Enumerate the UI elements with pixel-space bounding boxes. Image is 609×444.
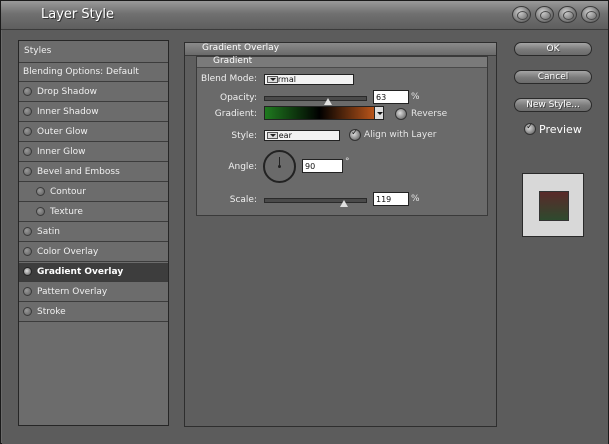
scale-unit: %	[411, 194, 420, 204]
scale-input[interactable]: 119	[373, 192, 409, 206]
style-checkbox[interactable]	[23, 287, 32, 296]
style-item-label: Inner Shadow	[37, 107, 99, 117]
style-checkbox[interactable]	[23, 127, 32, 136]
style-checkbox[interactable]	[23, 267, 32, 276]
styles-list: Styles Blending Options: Default Drop Sha…	[18, 40, 169, 426]
group-title: Gradient	[213, 56, 253, 66]
style-checkbox[interactable]	[23, 307, 32, 316]
gradient-group: Gradient Blend Mode: Normal Opacity: 63 …	[196, 56, 488, 216]
gradient-overlay-panel: Gradient Overlay Gradient Blend Mode: No…	[184, 42, 497, 427]
angle-center-dot	[278, 165, 281, 168]
style-item[interactable]: Stroke	[19, 303, 168, 322]
opacity-unit: %	[411, 92, 420, 102]
style-item-label: Bevel and Emboss	[37, 167, 120, 177]
preview-thumbnail	[522, 173, 584, 237]
preview-swatch	[539, 191, 569, 221]
style-item-label: Blending Options: Default	[23, 67, 139, 77]
style-item-label: Color Overlay	[37, 247, 99, 257]
opacity-input[interactable]: 63	[373, 90, 409, 104]
style-item[interactable]: Color Overlay	[19, 243, 168, 262]
style-item-label: Pattern Overlay	[37, 287, 108, 297]
style-item[interactable]: Bevel and Emboss	[19, 163, 168, 182]
reverse-checkbox[interactable]	[395, 108, 407, 120]
new-style-button[interactable]: New Style...	[514, 98, 592, 112]
style-item[interactable]: Drop Shadow	[19, 83, 168, 102]
style-checkbox[interactable]	[23, 107, 32, 116]
cancel-button[interactable]: Cancel	[514, 70, 592, 84]
style-item-label: Drop Shadow	[37, 87, 98, 97]
style-checkbox[interactable]	[23, 87, 32, 96]
gradient-dropdown-button[interactable]	[374, 106, 384, 120]
blend-mode-label: Blend Mode:	[200, 74, 257, 84]
style-checkbox[interactable]	[36, 207, 45, 216]
style-item-label: Gradient Overlay	[37, 267, 124, 277]
close-icon[interactable]	[581, 6, 600, 23]
angle-label: Angle:	[228, 162, 257, 172]
style-checkbox[interactable]	[23, 167, 32, 176]
ok-button[interactable]: OK	[514, 42, 592, 56]
styles-header: Styles	[19, 41, 168, 63]
angle-dial[interactable]	[263, 150, 296, 183]
group-header: Gradient	[197, 56, 487, 68]
gradient-label: Gradient:	[214, 109, 257, 119]
style-item-label: Satin	[37, 227, 60, 237]
style-item[interactable]: Outer Glow	[19, 123, 168, 142]
align-with-layer-checkbox[interactable]	[349, 128, 361, 141]
reverse-label: Reverse	[411, 109, 448, 119]
opacity-slider-thumb[interactable]	[324, 98, 332, 105]
scale-slider-thumb[interactable]	[340, 200, 348, 207]
maximize-icon[interactable]	[558, 6, 577, 23]
angle-value: 90	[305, 162, 316, 171]
styles-header-label: Styles	[24, 46, 52, 56]
chevron-down-icon	[267, 132, 278, 139]
preview-checkbox[interactable]	[524, 122, 536, 135]
angle-input[interactable]: 90	[302, 159, 343, 173]
style-checkbox[interactable]	[23, 147, 32, 156]
panel-header: Gradient Overlay	[185, 43, 496, 56]
style-item-label: Stroke	[37, 307, 66, 317]
style-item[interactable]: Inner Glow	[19, 143, 168, 162]
style-item[interactable]: Gradient Overlay	[19, 263, 168, 282]
scale-slider[interactable]	[264, 198, 367, 203]
dialog-body: Styles Blending Options: Default Drop Sha…	[2, 30, 608, 444]
layer-style-dialog: Layer Style Styles Blending Options: Def…	[0, 0, 609, 444]
style-item-label: Contour	[50, 187, 86, 197]
window-title: Layer Style	[41, 7, 115, 22]
style-checkbox[interactable]	[36, 187, 45, 196]
style-item-label: Outer Glow	[37, 127, 88, 137]
style-item-label: Texture	[50, 207, 83, 217]
style-item[interactable]: Satin	[19, 223, 168, 242]
style-item[interactable]: Texture	[19, 203, 168, 222]
gradient-picker[interactable]	[264, 106, 375, 120]
gradient-style-select[interactable]: Linear	[264, 130, 340, 141]
style-item[interactable]: Contour	[19, 183, 168, 202]
blend-mode-select[interactable]: Normal	[264, 74, 354, 85]
angle-unit: °	[345, 157, 350, 167]
style-item[interactable]: Pattern Overlay	[19, 283, 168, 302]
style-checkbox[interactable]	[23, 247, 32, 256]
preview-label: Preview	[539, 123, 582, 136]
align-with-layer-label: Align with Layer	[364, 130, 437, 140]
shade-icon[interactable]	[512, 6, 531, 23]
minimize-icon[interactable]	[535, 6, 554, 23]
opacity-label: Opacity:	[220, 93, 257, 103]
title-bar[interactable]: Layer Style	[1, 1, 608, 30]
style-checkbox[interactable]	[23, 227, 32, 236]
style-label: Style:	[231, 131, 257, 141]
style-item[interactable]: Inner Shadow	[19, 103, 168, 122]
scale-label: Scale:	[229, 195, 257, 205]
style-item-label: Inner Glow	[37, 147, 86, 157]
opacity-value: 63	[376, 93, 387, 102]
chevron-down-icon	[267, 76, 278, 83]
scale-value: 119	[376, 195, 392, 204]
panel-title: Gradient Overlay	[202, 43, 280, 53]
style-item[interactable]: Blending Options: Default	[19, 63, 168, 82]
opacity-slider[interactable]	[264, 96, 367, 101]
